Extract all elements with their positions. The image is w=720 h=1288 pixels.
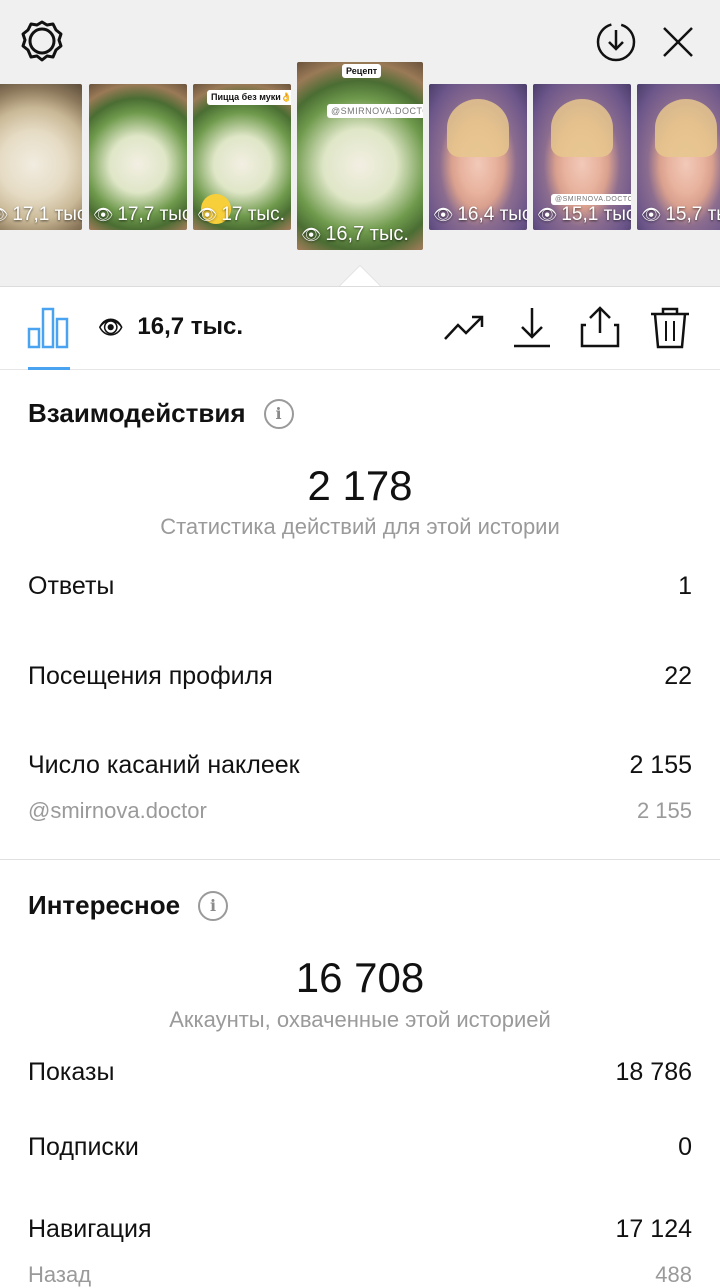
stat-row: Навигация 17 124 [28,1215,692,1244]
save-button[interactable] [508,303,556,351]
trending-icon [444,315,484,340]
thumbnail-views: 15,1 тыс [561,204,631,225]
story-thumbnail[interactable]: @SMIRNOVA.DOCTOR 👁 15,1 тыс [533,84,631,230]
story-thumbnail-selected[interactable]: Рецепт @SMIRNOVA.DOCTOR 👁16,7 тыс. [297,62,423,250]
download-story-button[interactable] [592,18,640,66]
stat-value: 2 155 [629,751,692,779]
story-text-tag: Пицца без муки👌 [207,90,291,105]
eye-icon: 👁 [93,207,114,224]
stat-row: Посещения профиля 22 [28,662,692,691]
section-divider [0,859,720,860]
discovery-total: 16 708 [295,954,425,1001]
story-thumbnail[interactable]: 👁 17,7 тыс [89,84,187,230]
eye-icon: 👁 [301,226,322,244]
stat-row: Подписки 0 [28,1133,692,1162]
close-button[interactable] [654,18,702,66]
views-summary: 👁 16,7 тыс. [98,313,243,341]
stat-value: 1 [678,572,692,600]
thumbnail-views: 15,7 тыс [665,204,720,225]
story-thumbnail[interactable]: 👁17,1 тыс [0,84,82,230]
discovery-section-title: Интересное i [28,890,229,921]
stat-row: Ответы 1 [28,572,692,601]
stat-value: 22 [664,662,692,690]
stat-label: Показы [28,1058,115,1086]
eye-icon: 👁 [641,207,662,224]
info-icon[interactable]: i [263,398,294,429]
stat-sublabel: Назад [28,1262,92,1287]
active-tab-indicator [28,367,70,370]
discovery-caption: Аккаунты, охваченные этой историей [169,1007,551,1032]
stat-subrow: @smirnova.doctor 2 155 [28,798,692,824]
section-title-text: Интересное [28,890,181,920]
insights-tab-button[interactable] [24,303,72,351]
story-thumbnail[interactable]: Пицца без муки👌 👁 17 тыс. [193,84,291,230]
eye-icon: 👁 [0,205,8,225]
settings-button[interactable] [18,18,66,66]
thumbnail-views: 17,1 тыс [12,204,82,225]
download-icon [514,308,550,348]
thumbnail-views: 17 тыс. [221,204,285,225]
gear-icon [21,20,63,62]
story-thumbnail[interactable]: 👁15,7 тыс [637,84,720,230]
eye-icon: 👁 [98,316,124,339]
story-thumbnail-image [297,62,423,250]
share-icon [580,306,620,348]
stat-row: Показы 18 786 [28,1058,692,1087]
share-button[interactable] [576,303,624,351]
stat-subvalue: 2 155 [636,798,692,823]
story-thumbnail[interactable]: 👁 16,4 тыс [429,84,527,230]
thumbnail-views: 16,7 тыс. [325,223,409,245]
stat-label: Подписки [28,1133,139,1161]
mention-sticker: @SMIRNOVA.DOCTOR [327,104,423,118]
views-count: 16,7 тыс. [137,313,244,340]
story-text-tag: Рецепт [342,64,382,78]
interactions-caption: Статистика действий для этой истории [160,514,560,539]
interactions-total: 2 178 [307,462,413,509]
stat-value: 0 [678,1133,692,1161]
eye-icon: 👁 [433,207,454,224]
eye-icon: 👁 [537,207,558,224]
interactions-section-title: Взаимодействия i [28,398,294,429]
stat-sublabel: @smirnova.doctor [28,798,207,823]
stat-label: Число касаний наклеек [28,751,300,779]
close-icon [663,27,693,57]
delete-button[interactable] [646,303,694,351]
download-circle-icon [596,22,636,62]
trash-icon [651,307,689,349]
stat-value: 18 786 [615,1058,692,1086]
stat-label: Посещения профиля [28,662,273,690]
thumbnail-views: 17,7 тыс [117,204,187,225]
stat-label: Навигация [28,1215,152,1243]
stat-row: Число касаний наклеек 2 155 [28,751,692,780]
bar-chart-icon [27,307,69,349]
promote-button[interactable] [440,303,488,351]
stat-subvalue: 488 [655,1262,692,1287]
info-icon[interactable]: i [198,890,229,921]
stat-value: 17 124 [615,1215,692,1243]
thumbnail-views: 16,4 тыс [457,204,527,225]
selection-pointer [340,266,380,286]
section-title-text: Взаимодействия [28,398,246,428]
stat-label: Ответы [28,572,115,600]
stat-subrow: Назад 488 [28,1262,692,1288]
eye-icon: 👁 [197,207,218,224]
